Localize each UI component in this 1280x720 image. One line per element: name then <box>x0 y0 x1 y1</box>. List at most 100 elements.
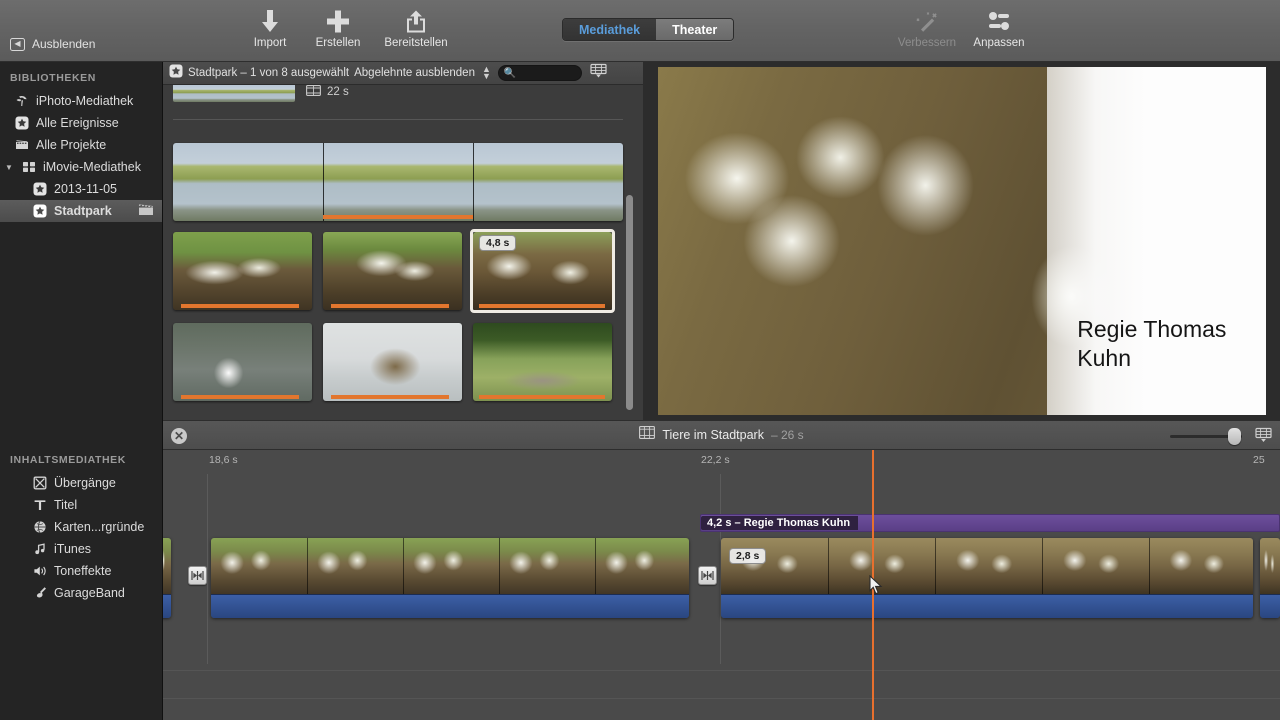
filmstrip-view-icon[interactable] <box>590 63 607 83</box>
enhance-button[interactable]: Verbessern <box>890 8 964 49</box>
event-clip-lake[interactable] <box>173 143 623 221</box>
tab-mediathek[interactable]: Mediathek <box>563 19 657 40</box>
search-icon: 🔍 <box>503 67 517 79</box>
timeline-clip-butterflies-b[interactable] <box>721 538 1253 618</box>
sidebar-label: Stadtpark <box>54 204 112 218</box>
sidebar-item-karten-hintergruende[interactable]: Karten...rgründe <box>0 516 162 538</box>
timeline-ruler[interactable]: 18,6 s 22,2 s 25 <box>163 450 1280 474</box>
toolbar-right-group: Verbessern Anpassen <box>890 8 1034 49</box>
sidebar-item-2013-11-05[interactable]: 2013-11-05 <box>0 178 162 200</box>
share-label: Bereitstellen <box>384 37 448 49</box>
sidebar-item-alle-ereignisse[interactable]: Alle Ereignisse <box>0 112 162 134</box>
adjust-button[interactable]: Anpassen <box>964 8 1034 49</box>
timeline-settings-icon[interactable] <box>1255 427 1272 448</box>
event-clip-butterflies-b[interactable] <box>323 232 462 310</box>
import-button[interactable]: Import <box>236 8 304 49</box>
title-line-1: Regie Thomas <box>1077 315 1227 342</box>
filter-stepper-icon[interactable]: ▲ ▼ <box>482 65 491 81</box>
clip-duration-row: 22 s <box>306 85 349 99</box>
sidebar-item-iphoto-mediathek[interactable]: iPhoto-Mediathek <box>0 90 162 112</box>
browser-divider <box>173 119 623 120</box>
project-name: Tiere im Stadtpark <box>662 428 764 442</box>
timeline-transition-right[interactable] <box>698 566 717 585</box>
timeline-title-clip[interactable]: 4,2 s – Regie Thomas Kuhn <box>700 514 1280 532</box>
clip-audio-track <box>163 594 171 618</box>
favorite-marker <box>323 215 473 219</box>
sidebar-item-toneffekte[interactable]: Toneffekte <box>0 560 162 582</box>
collapse-sidebar-icon: ◀ <box>10 37 25 51</box>
share-icon <box>404 8 428 34</box>
event-clip-swan[interactable] <box>173 323 312 401</box>
playhead[interactable] <box>872 450 874 720</box>
sidebar-item-garageband[interactable]: GarageBand <box>0 582 162 604</box>
sidebar-item-titel[interactable]: Titel <box>0 494 162 516</box>
event-clip-ducks[interactable] <box>473 323 612 401</box>
hide-sidebar-button[interactable]: ◀ Ausblenden <box>10 37 95 51</box>
content-library-header: INHALTSMEDIATHEK <box>10 454 126 466</box>
event-clip-duck[interactable] <box>323 323 462 401</box>
adjust-label: Anpassen <box>973 37 1025 49</box>
imovie-library-icon <box>21 160 36 175</box>
title-T-icon <box>32 498 47 513</box>
timeline-clip-butterflies-a[interactable] <box>211 538 689 618</box>
sidebar-label: Alle Projekte <box>36 138 107 152</box>
rejected-filter-label[interactable]: Abgelehnte ausblenden <box>354 67 475 79</box>
timeline-clip-right-partial[interactable] <box>1260 538 1280 618</box>
browser-title: Stadtpark – 1 von 8 ausgewählt <box>188 67 350 79</box>
top-toolbar: ◀ Ausblenden Import Erstellen Bereitstel… <box>0 0 1280 62</box>
share-button[interactable]: Bereitstellen <box>372 8 460 49</box>
partial-clip-duration: 22 s <box>327 86 349 98</box>
music-note-icon <box>32 542 47 557</box>
timeline-transition-left[interactable] <box>188 566 207 585</box>
partial-filmstrip-top[interactable] <box>173 85 295 102</box>
timeline-zoom-slider[interactable] <box>1170 428 1242 445</box>
event-browser: Stadtpark – 1 von 8 ausgewählt Abgelehnt… <box>163 62 643 420</box>
timeline-area[interactable]: 18,6 s 22,2 s 25 4,2 s – Regie Thomas Ku… <box>163 450 1280 720</box>
projects-filmstrip-icon <box>14 138 29 153</box>
sidebar-item-imovie-mediathek[interactable]: ▼ iMovie-Mediathek <box>0 156 162 178</box>
star-event-icon <box>32 204 47 219</box>
sidebar-item-alle-projekte[interactable]: Alle Projekte <box>0 134 162 156</box>
hide-sidebar-label: Ausblenden <box>32 37 96 51</box>
magic-wand-icon <box>914 8 940 34</box>
sidebar-item-uebergaenge[interactable]: Übergänge <box>0 472 162 494</box>
view-mode-segmented-control[interactable]: Mediathek Theater <box>562 18 735 41</box>
sidebar-label: iPhoto-Mediathek <box>36 94 134 108</box>
libraries-header: BIBLIOTHEKEN <box>10 72 96 84</box>
title-line-2: Kuhn <box>1077 345 1131 372</box>
favorite-marker <box>479 395 605 399</box>
chevron-down-icon[interactable]: ▼ <box>5 163 14 172</box>
video-preview[interactable]: Regie Thomas Kuhn <box>657 67 1266 415</box>
timeline-clip-left-partial[interactable] <box>163 538 171 618</box>
star-event-icon <box>169 64 183 83</box>
clip-duration-icon <box>306 85 321 99</box>
globe-icon <box>32 520 47 535</box>
ruler-tick: 22,2 s <box>701 454 730 466</box>
zoom-knob[interactable] <box>1228 428 1241 445</box>
clip-duration-badge: 4,8 s <box>479 235 517 251</box>
sidebar-label: Alle Ereignisse <box>36 116 119 130</box>
project-filmstrip-icon <box>639 426 656 444</box>
tab-theater[interactable]: Theater <box>656 19 734 40</box>
speaker-icon <box>32 564 47 579</box>
search-input[interactable]: 🔍 <box>497 65 582 81</box>
clip-audio-track <box>1260 594 1280 618</box>
favorite-marker <box>181 304 299 308</box>
ruler-tick: 25 <box>1253 454 1265 466</box>
download-arrow-icon <box>258 8 282 34</box>
sidebar-label: Karten...rgründe <box>54 520 145 534</box>
sidebar-item-stadtpark[interactable]: Stadtpark <box>0 200 162 222</box>
star-event-icon <box>14 116 29 131</box>
favorite-marker <box>331 304 449 308</box>
favorite-marker <box>331 395 449 399</box>
title-overlay-text: Regie Thomas Kuhn <box>1077 315 1252 373</box>
clip-frames <box>163 538 171 594</box>
sidebar-item-itunes[interactable]: iTunes <box>0 538 162 560</box>
create-button[interactable]: Erstellen <box>304 8 372 49</box>
clip-audio-track <box>721 594 1253 618</box>
sidebar-label: 2013-11-05 <box>54 182 118 196</box>
timeline-guide-line <box>207 474 208 664</box>
browser-scrollbar[interactable] <box>626 195 633 410</box>
event-clip-butterflies-a[interactable] <box>173 232 312 310</box>
clip-frames <box>721 538 1253 594</box>
